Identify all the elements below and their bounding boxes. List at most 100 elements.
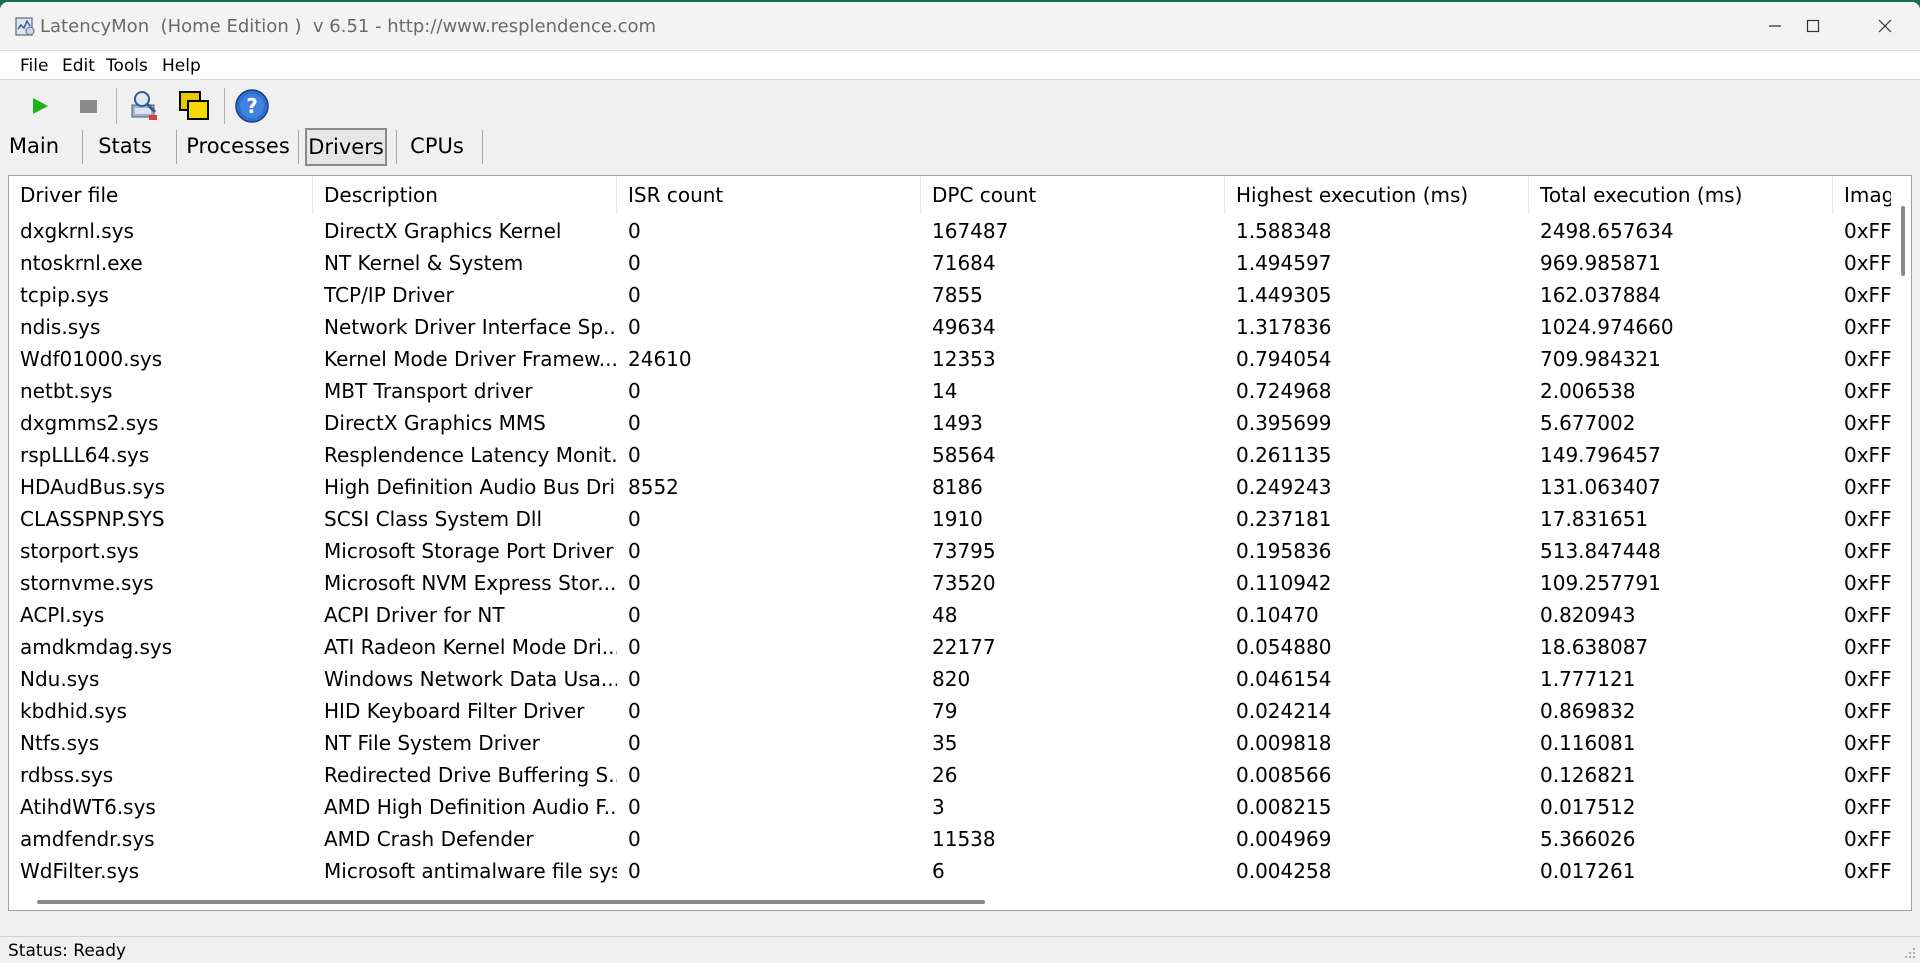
table-row[interactable]: storport.sys Microsoft Storage Port Drive…: [9, 535, 1911, 567]
table-row[interactable]: amdfendr.sys AMD Crash Defender 0 11538 0.00…: [9, 823, 1911, 855]
table-row[interactable]: amdkmdag.sys ATI Radeon Kernel Mode Dri..…: [9, 631, 1911, 663]
total-execution-cell: 0.017512: [1540, 795, 1636, 819]
drivers-table[interactable]: Driver file Description ISR count DPC co…: [8, 175, 1912, 911]
column-header-description[interactable]: Description: [313, 176, 617, 214]
image-base-cell: 0xFF: [1844, 731, 1892, 755]
table-row[interactable]: Ntfs.sys NT File System Driver 0 35 0.009818…: [9, 727, 1911, 759]
dpc-count-cell: 79: [932, 699, 958, 723]
description-cell: TCP/IP Driver: [324, 283, 454, 307]
isr-count-cell: 0: [628, 635, 641, 659]
table-row[interactable]: ACPI.sys ACPI Driver for NT 0 48 0.10470 0.82…: [9, 599, 1911, 631]
dpc-count-cell: 6: [932, 859, 945, 883]
table-row[interactable]: tcpip.sys TCP/IP Driver 0 7855 1.449305 162.0…: [9, 279, 1911, 311]
table-row[interactable]: AtihdWT6.sys AMD High Definition Audio F.…: [9, 791, 1911, 823]
dpc-count-cell: 12353: [932, 347, 996, 371]
highest-execution-cell: 0.004969: [1236, 827, 1332, 851]
isr-count-cell: 0: [628, 763, 641, 787]
help-button[interactable]: ?: [232, 86, 272, 126]
description-cell: Kernel Mode Driver Framew...: [324, 347, 617, 371]
image-base-cell: 0xFF: [1844, 827, 1892, 851]
menu-help[interactable]: Help: [162, 56, 201, 76]
total-execution-cell: 969.985871: [1540, 251, 1661, 275]
tab-cpus[interactable]: CPUs: [400, 128, 474, 164]
copy-windows-icon: [179, 91, 209, 120]
maximize-button[interactable]: [1778, 2, 1848, 50]
image-base-cell: 0xFF: [1844, 539, 1892, 563]
table-row[interactable]: WdFilter.sys Microsoft antimalware file s…: [9, 855, 1911, 887]
driver-file-cell: Ndu.sys: [20, 667, 100, 691]
driver-file-cell: amdkmdag.sys: [20, 635, 173, 659]
total-execution-cell: 149.796457: [1540, 443, 1661, 467]
table-row[interactable]: dxgkrnl.sys DirectX Graphics Kernel 0 16748…: [9, 215, 1911, 247]
column-header-highest-execution[interactable]: Highest execution (ms): [1225, 176, 1529, 214]
column-header-image[interactable]: Imag: [1833, 176, 1893, 214]
dpc-count-cell: 7855: [932, 283, 983, 307]
horizontal-scrollbar[interactable]: [9, 892, 1911, 910]
highest-execution-cell: 0.249243: [1236, 475, 1332, 499]
total-execution-cell: 1024.974660: [1540, 315, 1674, 339]
isr-count-cell: 0: [628, 731, 641, 755]
tab-processes[interactable]: Processes: [182, 128, 294, 164]
total-execution-cell: 5.366026: [1540, 827, 1636, 851]
column-header-isr-count[interactable]: ISR count: [617, 176, 921, 214]
close-button[interactable]: [1850, 2, 1920, 50]
highest-execution-cell: 0.261135: [1236, 443, 1332, 467]
horizontal-scroll-thumb[interactable]: [37, 900, 985, 904]
tab-main[interactable]: Main: [2, 128, 66, 164]
vertical-scrollbar[interactable]: [1891, 176, 1911, 894]
image-base-cell: 0xFF: [1844, 635, 1892, 659]
dpc-count-cell: 35: [932, 731, 958, 755]
play-icon: [33, 98, 48, 114]
column-header-dpc-count[interactable]: DPC count: [921, 176, 1225, 214]
isr-count-cell: 0: [628, 539, 641, 563]
start-button[interactable]: [20, 86, 60, 126]
total-execution-cell: 162.037884: [1540, 283, 1661, 307]
vertical-scroll-thumb[interactable]: [1901, 206, 1905, 276]
table-row[interactable]: dxgmms2.sys DirectX Graphics MMS 0 1493 0.39…: [9, 407, 1911, 439]
table-row[interactable]: ndis.sys Network Driver Interface Sp... 0 4…: [9, 311, 1911, 343]
stop-button[interactable]: [68, 86, 108, 126]
driver-file-cell: amdfendr.sys: [20, 827, 155, 851]
tab-drivers[interactable]: Drivers: [305, 128, 387, 166]
copy-windows-button[interactable]: [174, 86, 214, 126]
driver-file-cell: CLASSPNP.SYS: [20, 507, 165, 531]
resize-grip-icon[interactable]: [1902, 945, 1916, 959]
menu-tools[interactable]: Tools: [106, 56, 148, 76]
table-row[interactable]: netbt.sys MBT Transport driver 0 14 0.724968…: [9, 375, 1911, 407]
driver-file-cell: rspLLL64.sys: [20, 443, 150, 467]
title-bar[interactable]: LatencyMon (Home Edition ) v 6.51 - http…: [0, 2, 1920, 50]
image-base-cell: 0xFF: [1844, 411, 1892, 435]
highest-execution-cell: 0.110942: [1236, 571, 1332, 595]
isr-count-cell: 0: [628, 379, 641, 403]
dpc-count-cell: 48: [932, 603, 958, 627]
table-row[interactable]: CLASSPNP.SYS SCSI Class System Dll 0 1910 0.…: [9, 503, 1911, 535]
dpc-count-cell: 49634: [932, 315, 996, 339]
driver-file-cell: WdFilter.sys: [20, 859, 140, 883]
column-header-total-execution[interactable]: Total execution (ms): [1529, 176, 1833, 214]
table-row[interactable]: Wdf01000.sys Kernel Mode Driver Framew...…: [9, 343, 1911, 375]
table-row[interactable]: stornvme.sys Microsoft NVM Express Stor..…: [9, 567, 1911, 599]
menu-file[interactable]: File: [20, 56, 48, 76]
menu-edit[interactable]: Edit: [62, 56, 95, 76]
driver-wizard-button[interactable]: [124, 86, 164, 126]
tab-stats[interactable]: Stats: [88, 128, 162, 164]
highest-execution-cell: 0.008566: [1236, 763, 1332, 787]
column-header-driver-file[interactable]: Driver file: [9, 176, 313, 214]
table-row[interactable]: ntoskrnl.exe NT Kernel & System 0 71684 1.49…: [9, 247, 1911, 279]
total-execution-cell: 513.847448: [1540, 539, 1661, 563]
dpc-count-cell: 11538: [932, 827, 996, 851]
isr-count-cell: 0: [628, 827, 641, 851]
table-row[interactable]: rspLLL64.sys Resplendence Latency Monit..…: [9, 439, 1911, 471]
stop-icon: [80, 100, 97, 113]
driver-file-cell: dxgkrnl.sys: [20, 219, 134, 243]
description-cell: HID Keyboard Filter Driver: [324, 699, 585, 723]
description-cell: Microsoft antimalware file sys...: [324, 859, 617, 883]
isr-count-cell: 0: [628, 315, 641, 339]
table-row[interactable]: kbdhid.sys HID Keyboard Filter Driver 0 79 0…: [9, 695, 1911, 727]
table-row[interactable]: rdbss.sys Redirected Drive Buffering S...…: [9, 759, 1911, 791]
driver-file-cell: ndis.sys: [20, 315, 101, 339]
table-row[interactable]: Ndu.sys Windows Network Data Usa... 0 820 0.…: [9, 663, 1911, 695]
highest-execution-cell: 0.195836: [1236, 539, 1332, 563]
table-row[interactable]: HDAudBus.sys High Definition Audio Bus Dr…: [9, 471, 1911, 503]
highest-execution-cell: 0.009818: [1236, 731, 1332, 755]
